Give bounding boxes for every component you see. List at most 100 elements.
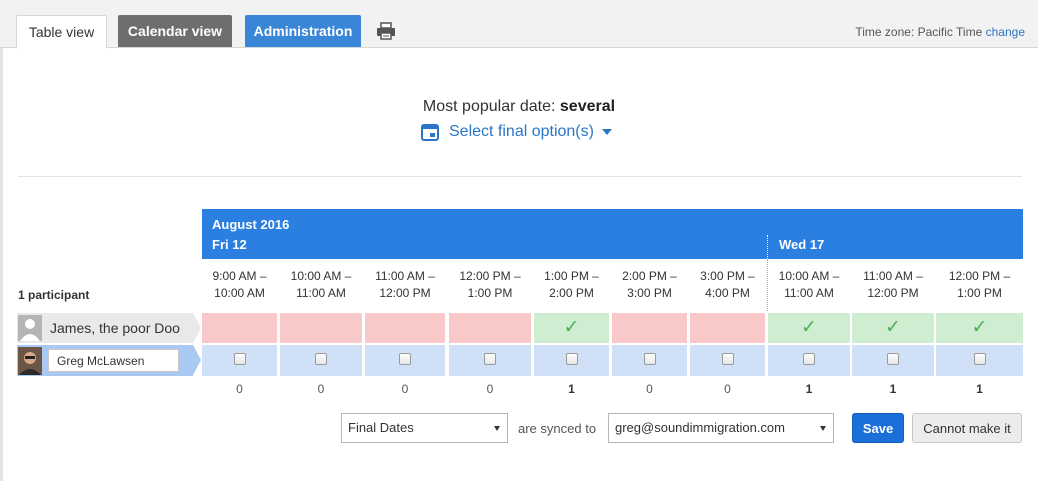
vote-count: 1 (889, 382, 897, 396)
tab-bar: Table view Calendar view Administration … (0, 0, 1038, 49)
most-popular-date: Most popular date: several (0, 98, 1038, 116)
availability-checkbox[interactable] (721, 353, 734, 365)
vote-cell-yes: ✓ (936, 313, 1023, 343)
availability-cell[interactable] (534, 345, 609, 376)
current-user-row-arrow (193, 345, 201, 375)
availability-cell[interactable] (280, 345, 362, 376)
participants-count: 1 participant (18, 288, 90, 302)
time-slot-header: 11:00 AM – 12:00 PM (365, 268, 445, 302)
time-slot-start: 10:00 AM – (290, 269, 352, 283)
vote-cell-no (690, 313, 765, 343)
availability-cell[interactable] (852, 345, 934, 376)
time-slot-header: 12:00 PM – 1:00 PM (449, 268, 531, 302)
time-slot-end: 11:00 AM (296, 286, 346, 300)
time-slot-header: 3:00 PM – 4:00 PM (690, 268, 765, 302)
tab-table-view[interactable]: Table view (16, 15, 107, 49)
availability-cell[interactable] (768, 345, 850, 376)
month-label: August 2016 (212, 217, 290, 232)
tab-calendar-view[interactable]: Calendar view (118, 15, 232, 47)
vote-cell-no (280, 313, 362, 343)
availability-cell[interactable] (202, 345, 277, 376)
chevron-down-icon (601, 129, 612, 135)
vote-count: 1 (976, 382, 983, 396)
time-slot-header: 10:00 AM – 11:00 AM (280, 268, 362, 302)
time-slot-header: 10:00 AM – 11:00 AM (768, 268, 850, 302)
checkmark-icon: ✓ (563, 317, 580, 338)
popular-value: several (559, 98, 616, 115)
cannot-make-it-button[interactable]: Cannot make it (912, 413, 1022, 443)
popular-label: Most popular date: (422, 98, 556, 115)
time-slot-header: 1:00 PM – 2:00 PM (534, 268, 609, 302)
vote-cell-yes: ✓ (852, 313, 934, 343)
name-field[interactable] (48, 349, 179, 372)
availability-checkbox[interactable] (315, 353, 327, 365)
vote-cell-no (612, 313, 687, 343)
timezone-change-link[interactable]: change (986, 25, 1025, 39)
email-select[interactable]: greg@soundimmigration.com (608, 413, 834, 443)
email-select-value: greg@soundimmigration.com (615, 420, 785, 435)
vote-count: 1 (568, 382, 575, 396)
calendar-select-value: Final Dates (348, 420, 414, 435)
timezone-label: Time zone: Pacific Time (855, 25, 983, 39)
time-slot-start: 12:00 PM – (459, 269, 521, 283)
time-slot-end: 2:00 PM (549, 286, 594, 300)
calendar-select[interactable]: Final Dates (341, 413, 508, 443)
availability-cell[interactable] (449, 345, 531, 376)
time-slot-start: 9:00 AM – (212, 269, 267, 283)
avatar (18, 347, 42, 375)
availability-checkbox[interactable] (887, 353, 899, 365)
vote-count: 1 (805, 382, 813, 396)
select-final-options[interactable]: Select final option(s) (421, 122, 612, 142)
time-slot-end: 1:00 PM (957, 286, 1002, 300)
time-slot-end: 3:00 PM (627, 286, 672, 300)
checkmark-icon: ✓ (885, 317, 901, 338)
dropdown-arrow-icon (820, 426, 826, 431)
time-slot-start: 1:00 PM – (544, 269, 599, 283)
vote-count: 0 (236, 382, 243, 396)
availability-checkbox[interactable] (803, 353, 815, 365)
participant-row-arrow (193, 313, 201, 343)
calendar-icon (421, 123, 439, 141)
vote-count: 0 (401, 382, 409, 396)
time-slot-end: 11:00 AM (784, 286, 834, 300)
tab-administration[interactable]: Administration (245, 15, 361, 47)
divider (18, 176, 1022, 177)
grid-header: August 2016 Fri 12 Wed 17 (202, 209, 1023, 259)
select-final-label: Select final option(s) (449, 123, 594, 140)
save-button[interactable]: Save (852, 413, 904, 443)
time-slot-start: 11:00 AM – (863, 269, 923, 283)
time-slot-start: 10:00 AM – (778, 269, 840, 283)
time-slot-start: 11:00 AM – (375, 269, 435, 283)
time-slot-start: 12:00 PM – (948, 269, 1011, 283)
checkmark-icon: ✓ (971, 317, 988, 338)
vote-count: 0 (486, 382, 494, 396)
availability-checkbox[interactable] (484, 353, 496, 365)
availability-checkbox[interactable] (973, 353, 986, 365)
time-slot-start: 3:00 PM – (700, 269, 755, 283)
availability-checkbox[interactable] (233, 353, 246, 365)
availability-checkbox[interactable] (565, 353, 578, 365)
time-slot-end: 12:00 PM (379, 286, 431, 300)
participant-name: James, the poor Doo (50, 320, 180, 336)
time-slot-end: 1:00 PM (467, 286, 513, 300)
vote-count: 0 (724, 382, 731, 396)
availability-cell[interactable] (365, 345, 445, 376)
availability-checkbox[interactable] (399, 353, 411, 365)
time-slot-end: 12:00 PM (867, 286, 919, 300)
availability-cell[interactable] (612, 345, 687, 376)
vote-cell-yes: ✓ (768, 313, 850, 343)
availability-cell[interactable] (690, 345, 765, 376)
day-label: Fri 12 (212, 237, 247, 252)
printer-icon[interactable] (376, 22, 396, 40)
availability-checkbox[interactable] (643, 353, 656, 365)
time-slot-start: 2:00 PM – (622, 269, 677, 283)
time-slot-end: 4:00 PM (705, 286, 750, 300)
day-label: Wed 17 (779, 237, 825, 252)
time-slot-header: 11:00 AM – 12:00 PM (852, 268, 934, 302)
time-slot-header: 2:00 PM – 3:00 PM (612, 268, 687, 302)
time-slot-header: 9:00 AM – 10:00 AM (202, 268, 277, 302)
availability-cell[interactable] (936, 345, 1023, 376)
vote-cell-yes: ✓ (534, 313, 609, 343)
synced-label: are synced to (518, 421, 597, 436)
day-separator (767, 235, 768, 259)
